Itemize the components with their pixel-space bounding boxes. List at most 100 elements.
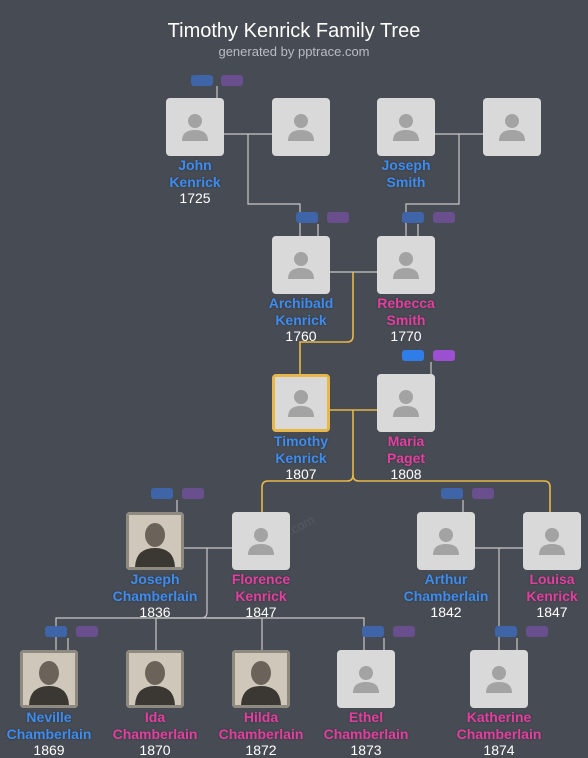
expand-father-toggle[interactable] (441, 488, 463, 499)
expand-mother-toggle[interactable] (327, 212, 349, 223)
connector-to-ethel (207, 617, 365, 650)
person-last-name: Chamberlain (6, 726, 92, 742)
person-first-name: Rebecca (377, 295, 435, 311)
avatar[interactable] (523, 512, 581, 570)
person-first-name: Timothy (273, 433, 329, 449)
expand-father-toggle[interactable] (296, 212, 318, 223)
page-title: Timothy Kenrick Family Tree (167, 20, 421, 42)
expand-mother-toggle[interactable] (76, 626, 98, 637)
expand-mother-toggle[interactable] (182, 488, 204, 499)
avatar-placeholder-icon (288, 252, 314, 279)
avatar-placeholder-icon (248, 528, 274, 555)
person-birth-year: 1842 (430, 604, 462, 620)
avatar[interactable] (377, 236, 435, 294)
person-first-name: Archibald (268, 295, 334, 311)
expand-father-toggle[interactable] (402, 212, 424, 223)
person-birth-year: 1873 (350, 742, 382, 758)
person-card-ethel[interactable]: Ethel Chamberlain 1873 (311, 650, 421, 758)
avatar[interactable] (232, 650, 290, 708)
person-last-name: Chamberlain (403, 588, 489, 604)
expand-father-toggle[interactable] (151, 488, 173, 499)
avatar[interactable] (470, 650, 528, 708)
person-card-hilda[interactable]: Hilda Chamberlain 1872 (206, 650, 316, 758)
person-birth-year: 1870 (139, 742, 171, 758)
avatar[interactable] (272, 374, 330, 432)
avatar-placeholder-icon (486, 666, 512, 693)
avatar-placeholder-icon (393, 252, 419, 279)
person-card-josephWife[interactable] (457, 98, 567, 156)
person-first-name: Florence (231, 571, 291, 587)
person-birth-year: 1836 (139, 604, 171, 620)
expand-mother-toggle[interactable] (472, 488, 494, 499)
expand-father-toggle[interactable] (495, 626, 517, 637)
person-last-name: Chamberlain (323, 726, 409, 742)
person-card-rebecca[interactable]: Rebecca Smith 1770 (351, 236, 461, 344)
expand-father-toggle[interactable] (191, 75, 213, 86)
person-first-name: Joseph (381, 157, 431, 173)
expand-father-toggle[interactable] (362, 626, 384, 637)
avatar-placeholder-icon (393, 114, 419, 141)
avatar[interactable] (126, 512, 184, 570)
person-card-josephC[interactable]: Joseph Chamberlain 1836 (100, 512, 210, 620)
person-last-name: Chamberlain (218, 726, 304, 742)
expand-mother-toggle[interactable] (433, 212, 455, 223)
person-last-name: Smith (386, 312, 426, 328)
avatar[interactable] (272, 236, 330, 294)
avatar-placeholder-icon (393, 390, 419, 417)
expand-mother-toggle[interactable] (393, 626, 415, 637)
person-card-neville[interactable]: Neville Chamberlain 1869 (0, 650, 104, 758)
portrait-photo-icon (20, 650, 78, 708)
avatar[interactable] (272, 98, 330, 156)
person-last-name: Chamberlain (112, 588, 198, 604)
person-first-name: Hilda (243, 709, 279, 725)
person-card-johnWife[interactable] (246, 98, 356, 156)
person-birth-year: 1869 (33, 742, 65, 758)
avatar-placeholder-icon (433, 528, 459, 555)
avatar[interactable] (483, 98, 541, 156)
avatar[interactable] (337, 650, 395, 708)
expand-mother-toggle[interactable] (221, 75, 243, 86)
person-card-archibald[interactable]: Archibald Kenrick 1760 (246, 236, 356, 344)
person-first-name: Arthur (424, 571, 468, 587)
avatar-placeholder-icon (353, 666, 379, 693)
person-birth-year: 1807 (285, 466, 317, 482)
expand-mother-toggle[interactable] (433, 350, 455, 361)
person-card-timothy[interactable]: Timothy Kenrick 1807 (246, 374, 356, 482)
person-card-katherine[interactable]: Katherine Chamberlain 1874 (444, 650, 554, 758)
person-birth-year: 1808 (390, 466, 422, 482)
avatar[interactable] (232, 512, 290, 570)
person-last-name: Kenrick (275, 450, 327, 466)
person-first-name: Louisa (529, 571, 575, 587)
expand-father-toggle[interactable] (45, 626, 67, 637)
portrait-photo-icon (232, 650, 290, 708)
expand-father-toggle[interactable] (402, 350, 424, 361)
person-birth-year: 1847 (536, 604, 568, 620)
person-card-joseph[interactable]: Joseph Smith (351, 98, 461, 190)
person-card-john[interactable]: John Kenrick 1725 (140, 98, 250, 206)
person-card-maria[interactable]: Maria Paget 1808 (351, 374, 461, 482)
person-card-louisa[interactable]: Louisa Kenrick 1847 (497, 512, 588, 620)
person-first-name: John (178, 157, 212, 173)
person-last-name: Kenrick (275, 312, 327, 328)
avatar[interactable] (126, 650, 184, 708)
avatar[interactable] (377, 374, 435, 432)
avatar-placeholder-icon (288, 390, 314, 417)
portrait-photo-icon (126, 650, 184, 708)
avatar[interactable] (377, 98, 435, 156)
expand-mother-toggle[interactable] (526, 626, 548, 637)
avatar[interactable] (417, 512, 475, 570)
connector-to-ida (155, 617, 207, 650)
avatar[interactable] (166, 98, 224, 156)
avatar-placeholder-icon (182, 114, 208, 141)
avatar[interactable] (20, 650, 78, 708)
family-tree-canvas: Timothy Kenrick Family Tree generated by… (0, 0, 588, 758)
portrait-photo-icon (126, 512, 184, 570)
person-last-name: Smith (386, 174, 426, 190)
person-birth-year: 1725 (179, 190, 211, 206)
person-card-ida[interactable]: Ida Chamberlain 1870 (100, 650, 210, 758)
person-last-name: Paget (386, 450, 426, 466)
person-card-florence[interactable]: Florence Kenrick 1847 (206, 512, 316, 620)
person-card-arthur[interactable]: Arthur Chamberlain 1842 (391, 512, 501, 620)
avatar-placeholder-icon (499, 114, 525, 141)
person-last-name: Chamberlain (112, 726, 198, 742)
